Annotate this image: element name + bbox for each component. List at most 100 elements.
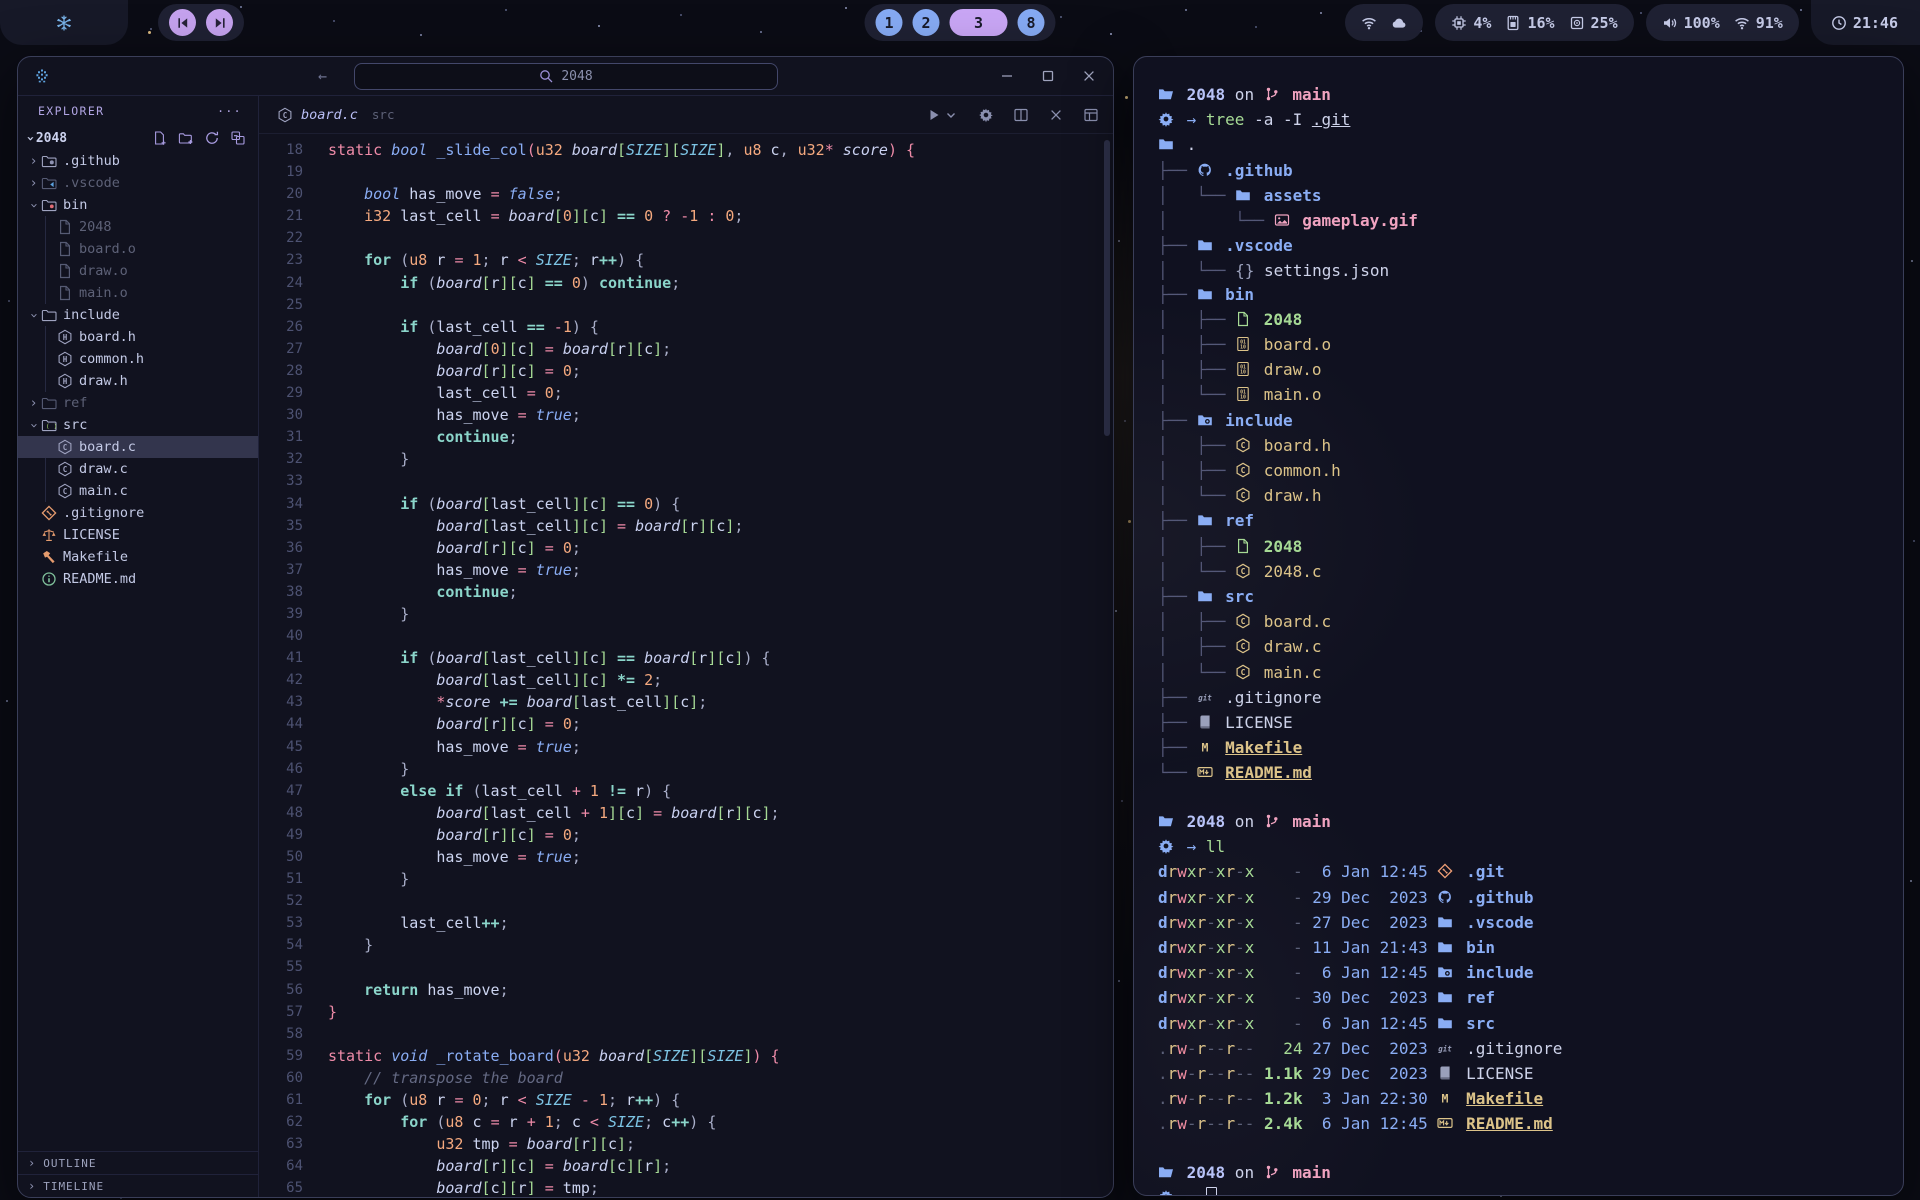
code-line-20[interactable]: 20 bool has_move = false;: [259, 183, 1113, 205]
sidebar-item-.vscode[interactable]: ›.vscode: [18, 172, 258, 194]
workspace-1[interactable]: 1: [876, 9, 903, 36]
media-prev-button[interactable]: [169, 9, 196, 36]
code-line-55[interactable]: 55: [259, 956, 1113, 978]
sidebar-item-2048[interactable]: 2048: [18, 216, 258, 238]
code-line-31[interactable]: 31 continue;: [259, 426, 1113, 448]
code-line-29[interactable]: 29 last_cell = 0;: [259, 382, 1113, 404]
sidebar-item-ref[interactable]: ›ref: [18, 392, 258, 414]
code-line-44[interactable]: 44 board[r][c] = 0;: [259, 713, 1113, 735]
code-line-18[interactable]: 18static bool _slide_col(u32 board[SIZE]…: [259, 139, 1113, 161]
timeline-section[interactable]: ›TIMELINE: [18, 1174, 258, 1197]
code-line-51[interactable]: 51 }: [259, 868, 1113, 890]
sidebar-item-main.o[interactable]: main.o: [18, 282, 258, 304]
editor-scrollbar[interactable]: [1104, 140, 1110, 436]
code-line-26[interactable]: 26 if (last_cell == -1) {: [259, 316, 1113, 338]
layout-icon[interactable]: [1083, 107, 1099, 123]
code-line-33[interactable]: 33: [259, 470, 1113, 492]
terminal-window[interactable]: 2048 on main → tree -a -I .git .├── .git…: [1133, 56, 1904, 1196]
sidebar-item-README.md[interactable]: README.md: [18, 568, 258, 590]
sidebar-item-LICENSE[interactable]: LICENSE: [18, 524, 258, 546]
sidebar-item-.gitignore[interactable]: .gitignore: [18, 502, 258, 524]
code-line-22[interactable]: 22: [259, 227, 1113, 249]
code-line-49[interactable]: 49 board[r][c] = 0;: [259, 824, 1113, 846]
code-line-46[interactable]: 46 }: [259, 758, 1113, 780]
code-line-32[interactable]: 32 }: [259, 448, 1113, 470]
code-line-59[interactable]: 59static void _rotate_board(u32 board[SI…: [259, 1045, 1113, 1067]
code-line-21[interactable]: 21 i32 last_cell = board[0][c] == 0 ? -1…: [259, 205, 1113, 227]
code-line-47[interactable]: 47 else if (last_cell + 1 != r) {: [259, 780, 1113, 802]
wifi-stat[interactable]: 91%: [1734, 14, 1783, 32]
code-line-56[interactable]: 56 return has_move;: [259, 979, 1113, 1001]
code-line-40[interactable]: 40: [259, 625, 1113, 647]
code-line-35[interactable]: 35 board[last_cell][c] = board[r][c];: [259, 515, 1113, 537]
maximize-button[interactable]: [1040, 68, 1056, 84]
code-line-41[interactable]: 41 if (board[last_cell][c] == board[r][c…: [259, 647, 1113, 669]
code-line-52[interactable]: 52: [259, 890, 1113, 912]
code-line-38[interactable]: 38 continue;: [259, 581, 1113, 603]
code-line-48[interactable]: 48 board[last_cell + 1][c] = board[r][c]…: [259, 802, 1113, 824]
cloud-icon[interactable]: [1391, 15, 1407, 31]
code-line-57[interactable]: 57}: [259, 1001, 1113, 1023]
workspace-8[interactable]: 8: [1018, 9, 1045, 36]
sidebar-item-draw.o[interactable]: draw.o: [18, 260, 258, 282]
sidebar-item-Makefile[interactable]: Makefile: [18, 546, 258, 568]
collapse-folders-button[interactable]: [230, 130, 246, 146]
code-line-64[interactable]: 64 board[r][c] = board[c][r];: [259, 1155, 1113, 1177]
code-line-36[interactable]: 36 board[r][c] = 0;: [259, 537, 1113, 559]
volume-stat[interactable]: 100%: [1662, 14, 1720, 32]
workspace-2[interactable]: 2: [913, 9, 940, 36]
sidebar-item-src[interactable]: ›( )src: [18, 414, 258, 436]
wifi-tray-icon[interactable]: [1361, 15, 1377, 31]
media-next-button[interactable]: [206, 9, 233, 36]
code-line-60[interactable]: 60 // transpose the board: [259, 1067, 1113, 1089]
code-line-63[interactable]: 63 u32 tmp = board[r][c];: [259, 1133, 1113, 1155]
sidebar-item-common.h[interactable]: Hcommon.h: [18, 348, 258, 370]
code-line-24[interactable]: 24 if (board[r][c] == 0) continue;: [259, 272, 1113, 294]
new-file-button[interactable]: [152, 130, 168, 146]
code-line-58[interactable]: 58: [259, 1023, 1113, 1045]
sidebar-item-include[interactable]: ›include: [18, 304, 258, 326]
sidebar-item-board.c[interactable]: Cboard.c: [18, 436, 258, 458]
workspace-3[interactable]: 3: [950, 9, 1008, 36]
new-folder-button[interactable]: [178, 130, 194, 146]
code-line-54[interactable]: 54 }: [259, 934, 1113, 956]
sidebar-item-.github[interactable]: ›.github: [18, 150, 258, 172]
code-line-42[interactable]: 42 board[last_cell][c] *= 2;: [259, 669, 1113, 691]
sidebar-item-draw.h[interactable]: Hdraw.h: [18, 370, 258, 392]
code-line-27[interactable]: 27 board[0][c] = board[r][c];: [259, 338, 1113, 360]
code-line-37[interactable]: 37 has_move = true;: [259, 559, 1113, 581]
code-line-50[interactable]: 50 has_move = true;: [259, 846, 1113, 868]
sidebar-item-board.o[interactable]: board.o: [18, 238, 258, 260]
code-line-62[interactable]: 62 for (u8 c = r + 1; c < SIZE; c++) {: [259, 1111, 1113, 1133]
run-button[interactable]: [926, 107, 959, 123]
code-line-39[interactable]: 39 }: [259, 603, 1113, 625]
nix-snowflake-logo[interactable]: [0, 0, 128, 45]
code-line-30[interactable]: 30 has_move = true;: [259, 404, 1113, 426]
outline-section[interactable]: ›OUTLINE: [18, 1151, 258, 1174]
sidebar-item-board.h[interactable]: Hboard.h: [18, 326, 258, 348]
sidebar-item-main.c[interactable]: Cmain.c: [18, 480, 258, 502]
code-line-65[interactable]: 65 board[c][r] = tmp;: [259, 1177, 1113, 1197]
gear-icon[interactable]: [978, 107, 994, 123]
sidebar-item-bin[interactable]: ›bin: [18, 194, 258, 216]
code-editor[interactable]: 18static bool _slide_col(u32 board[SIZE]…: [259, 134, 1113, 1197]
back-button[interactable]: ←: [318, 67, 327, 85]
project-root-row[interactable]: › 2048: [18, 126, 258, 150]
code-line-25[interactable]: 25: [259, 294, 1113, 316]
close-button[interactable]: [1081, 68, 1097, 84]
code-line-43[interactable]: 43 *score += board[last_cell][c];: [259, 691, 1113, 713]
minimize-button[interactable]: [999, 68, 1015, 84]
code-line-34[interactable]: 34 if (board[last_cell][c] == 0) {: [259, 493, 1113, 515]
code-line-53[interactable]: 53 last_cell++;: [259, 912, 1113, 934]
sidebar-item-draw.c[interactable]: Cdraw.c: [18, 458, 258, 480]
code-line-19[interactable]: 19: [259, 161, 1113, 183]
split-editor-button[interactable]: [1013, 107, 1029, 123]
command-center-search[interactable]: 2048: [354, 63, 778, 90]
code-line-61[interactable]: 61 for (u8 r = 0; r < SIZE - 1; r++) {: [259, 1089, 1113, 1111]
explorer-more-button[interactable]: ···: [217, 104, 242, 118]
tab-board-c[interactable]: C board.c src: [277, 107, 394, 123]
code-line-23[interactable]: 23 for (u8 r = 1; r < SIZE; r++) {: [259, 249, 1113, 271]
refresh-explorer-button[interactable]: [204, 130, 220, 146]
code-line-28[interactable]: 28 board[r][c] = 0;: [259, 360, 1113, 382]
code-line-45[interactable]: 45 has_move = true;: [259, 736, 1113, 758]
